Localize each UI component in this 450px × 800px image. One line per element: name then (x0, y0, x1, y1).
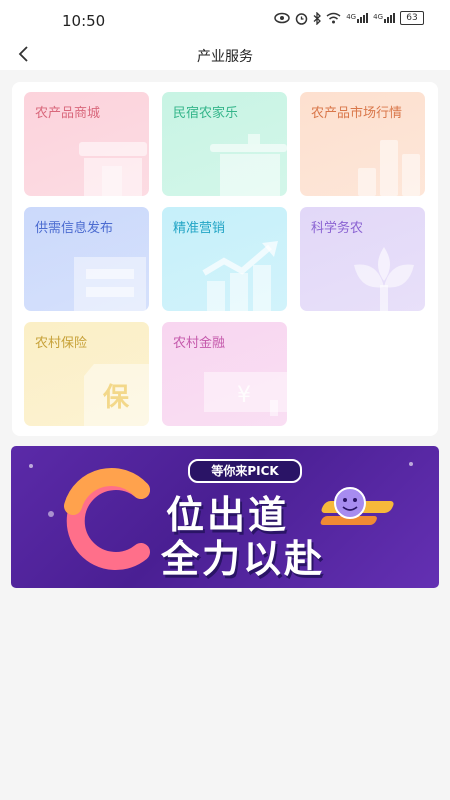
service-tile-supply-demand[interactable]: 供需信息发布 (24, 207, 149, 311)
battery-indicator: 63 (400, 11, 424, 25)
signal-4g-icon: 4G (346, 13, 369, 23)
status-bar: 10:50 4G 4G 63 (0, 0, 450, 40)
status-icons: 4G 4G 63 (274, 11, 424, 25)
status-time: 10:50 (62, 12, 106, 30)
service-tile-label: 农产品商城 (35, 106, 101, 121)
banner-tag: 等你来PICK (188, 459, 302, 483)
service-tile-label: 供需信息发布 (35, 221, 114, 236)
promo-banner[interactable]: 等你来PICK 位出道 全力以赴 (11, 446, 439, 588)
service-tile-insurance[interactable]: 保 农村保险 (24, 322, 149, 426)
svg-text:¥: ¥ (237, 383, 251, 408)
alarm-icon (295, 12, 308, 25)
service-tile-label: 科学务农 (311, 221, 364, 236)
service-tile-label: 精准营销 (173, 221, 226, 236)
service-tile-homestay[interactable]: 民宿农家乐 (162, 92, 287, 196)
eye-icon (274, 12, 290, 24)
service-tile-label: 农村保险 (35, 336, 88, 351)
bluetooth-icon (313, 11, 322, 25)
service-tile-finance[interactable]: ¥ 农村金融 (162, 322, 287, 426)
service-tile-label: 农产品市场行情 (311, 106, 403, 121)
service-tile-marketing[interactable]: 精准营销 (162, 207, 287, 311)
service-tile-science-farming[interactable]: 科学务农 (300, 207, 425, 311)
signal-label: 4G (373, 13, 383, 21)
service-tile-label: 农村金融 (173, 336, 226, 351)
signal-label: 4G (346, 13, 357, 21)
page-title: 产业服务 (197, 49, 253, 65)
service-tile-label: 民宿农家乐 (173, 106, 239, 121)
services-panel: 农产品商城 民宿农家乐 农产品市场行情 供需信息发布 精准营销 科学务农 保 农… (12, 82, 438, 436)
service-tile-mall[interactable]: 农产品商城 (24, 92, 149, 196)
banner-headline-2: 全力以赴 (161, 537, 326, 581)
svg-text:保: 保 (102, 383, 130, 413)
service-tile-market[interactable]: 农产品市场行情 (300, 92, 425, 196)
banner-letter-c-icon (64, 468, 150, 570)
wifi-icon (326, 12, 341, 24)
signal-4g-icon: 4G (373, 13, 395, 23)
nav-bar: 产业服务 (0, 40, 450, 70)
